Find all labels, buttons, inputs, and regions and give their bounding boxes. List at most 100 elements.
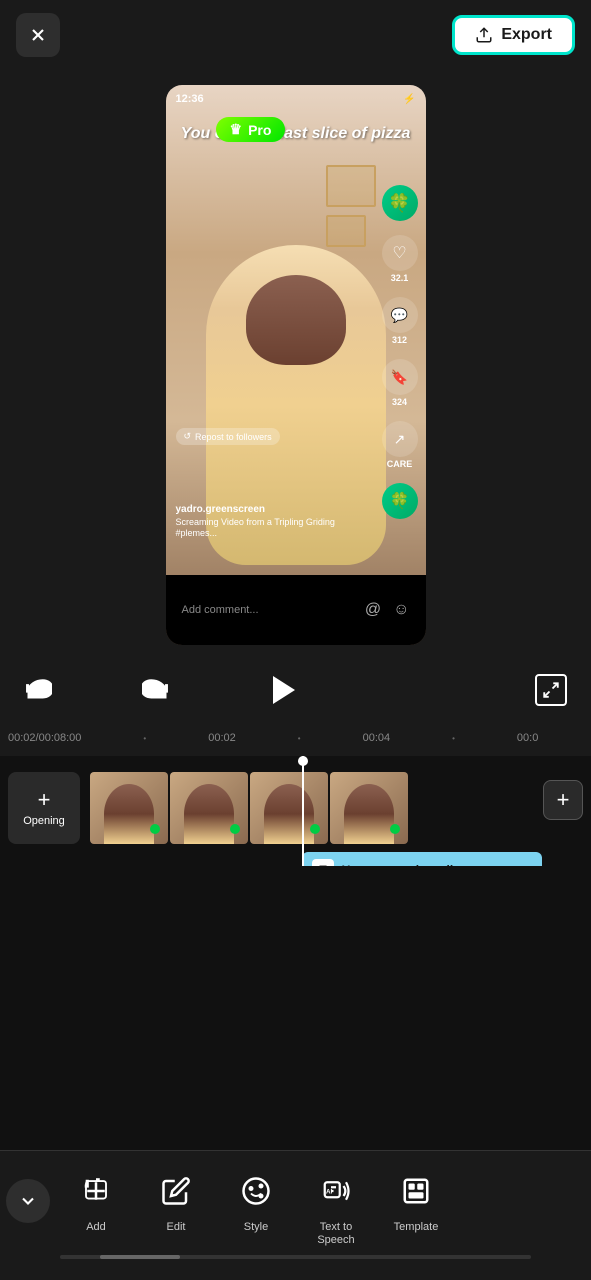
play-button[interactable] bbox=[260, 666, 308, 714]
bookmark-count: 324 bbox=[392, 397, 407, 407]
tiktok-bottom-bar: Add comment... @ ☺ bbox=[166, 575, 426, 645]
tiktok-bookmark-icon: 🔖 bbox=[382, 359, 418, 395]
tiktok-share-icon: ↗ bbox=[382, 421, 418, 457]
tiktok-comment-icon: 💬 bbox=[382, 297, 418, 333]
add-label: Add bbox=[86, 1221, 106, 1233]
video-overlay-text: You cant eat last slice of pizza bbox=[176, 125, 416, 143]
playback-controls bbox=[0, 660, 591, 720]
battery-icon: ⚡ bbox=[403, 94, 415, 105]
toolbar-scrollbar bbox=[60, 1255, 531, 1259]
style-icon-bg bbox=[232, 1167, 280, 1215]
close-button[interactable] bbox=[16, 13, 60, 57]
style-label: Style bbox=[244, 1221, 268, 1233]
header: Export bbox=[0, 0, 591, 70]
tiktok-music-clover: 🍀 bbox=[382, 483, 418, 519]
at-icon[interactable]: @ bbox=[365, 601, 381, 619]
toolbar-item-add[interactable]: Add bbox=[56, 1167, 136, 1233]
marker-3: 00:0 bbox=[517, 732, 538, 744]
play-triangle-icon bbox=[273, 676, 295, 704]
picture-frame-large bbox=[326, 165, 376, 207]
picture-frame-small bbox=[326, 215, 366, 247]
bottom-toolbar: Add Edit Style bbox=[0, 1150, 591, 1280]
video-thumb-3 bbox=[250, 772, 328, 844]
toolbar-item-template[interactable]: Template bbox=[376, 1167, 456, 1233]
thumb-person-3 bbox=[264, 784, 314, 844]
ruler-dot-1: • bbox=[143, 734, 146, 743]
repost-badge: ↺ Repost to followers bbox=[176, 428, 280, 445]
redo-button[interactable] bbox=[142, 676, 170, 704]
timeline-ruler: 00:02/00:08 :00 • 00:02 • 00:04 • 00:0 bbox=[0, 720, 591, 756]
export-label: Export bbox=[501, 26, 552, 44]
face-area bbox=[246, 275, 346, 365]
add-icon-bg bbox=[72, 1167, 120, 1215]
thumb-person-1 bbox=[104, 784, 154, 844]
emoji-icon[interactable]: ☺ bbox=[393, 601, 409, 619]
ruler-dot-3: • bbox=[452, 734, 455, 743]
tiktok-heart-icon: ♡ bbox=[382, 235, 418, 271]
toolbar-item-tts[interactable]: AI Text toSpeech bbox=[296, 1167, 376, 1247]
caption-t-icon: T bbox=[312, 859, 334, 866]
tts-icon-bg: AI bbox=[312, 1167, 360, 1215]
repost-label: Repost to followers bbox=[195, 432, 272, 442]
thumb-person-4 bbox=[344, 784, 394, 844]
template-label: Template bbox=[394, 1221, 439, 1233]
add-clip-button[interactable]: + bbox=[543, 780, 583, 820]
comment-count: 312 bbox=[392, 335, 407, 345]
tts-label: Text toSpeech bbox=[317, 1221, 354, 1247]
toolbar-items: Add Edit Style bbox=[0, 1151, 591, 1251]
share-icon-item: ↗ CARE bbox=[382, 421, 418, 469]
toolbar-scrollbar-thumb bbox=[100, 1255, 180, 1259]
repost-icon: ↺ bbox=[184, 431, 192, 442]
opening-plus-icon: + bbox=[38, 789, 51, 811]
export-button[interactable]: Export bbox=[452, 15, 575, 55]
marker-1: 00:02 bbox=[208, 732, 236, 744]
phone-status-bar: 12:36 ⚡ bbox=[166, 85, 426, 113]
bookmark-icon-item: 🔖 324 bbox=[382, 359, 418, 407]
preview-area: 12:36 ⚡ ♛ Pro You cant eat last slice of… bbox=[0, 70, 591, 660]
add-clip-icon: + bbox=[557, 787, 570, 813]
phone-frame: 12:36 ⚡ ♛ Pro You cant eat last slice of… bbox=[166, 85, 426, 645]
opening-block[interactable]: + Opening bbox=[8, 772, 80, 844]
template-icon-bg bbox=[392, 1167, 440, 1215]
caption-track[interactable]: T You cant eat last slice bbox=[302, 852, 542, 866]
tiktok-background: ♛ Pro You cant eat last slice of pizza 🍀 bbox=[166, 85, 426, 645]
comment-icon-item: 💬 312 bbox=[382, 297, 418, 345]
collapse-button[interactable] bbox=[0, 1167, 56, 1223]
ruler-dot-2: • bbox=[298, 734, 301, 743]
thumb-person-2 bbox=[184, 784, 234, 844]
heart-icon-item: ♡ 32.1 bbox=[382, 235, 418, 283]
video-strip[interactable] bbox=[90, 772, 541, 844]
status-icons: ⚡ bbox=[403, 94, 415, 105]
video-thumb-1 bbox=[90, 772, 168, 844]
edit-icon-bg bbox=[152, 1167, 200, 1215]
fullscreen-button[interactable] bbox=[535, 674, 567, 706]
status-time: 12:36 bbox=[176, 93, 204, 105]
toolbar-item-edit[interactable]: Edit bbox=[136, 1167, 216, 1233]
video-thumb-4 bbox=[330, 772, 408, 844]
pro-badge[interactable]: ♛ Pro bbox=[216, 117, 286, 142]
marker-2: 00:04 bbox=[363, 732, 391, 744]
heart-count: 32.1 bbox=[391, 273, 409, 283]
timeline-track-area: + Opening + T You cant eat last slice bbox=[0, 756, 591, 866]
share-count: CARE bbox=[387, 459, 413, 469]
username: yadro.greenscreen bbox=[176, 504, 266, 515]
caption-text: You cant eat last slice bbox=[342, 863, 467, 866]
profile-icon-item: 🍀 bbox=[382, 185, 418, 221]
time-display: 00:02/00:08 :00 bbox=[8, 732, 81, 744]
add-comment-placeholder[interactable]: Add comment... bbox=[182, 604, 357, 616]
svg-text:AI: AI bbox=[326, 1189, 333, 1196]
total-time: 00:08 bbox=[39, 732, 67, 744]
music-icon-item: 🍀 bbox=[382, 483, 418, 519]
toolbar-item-style[interactable]: Style bbox=[216, 1167, 296, 1233]
video-description: Screaming Video from a Tripling Griding … bbox=[176, 517, 376, 540]
pro-label: Pro bbox=[248, 122, 271, 138]
extra-zero: :00 bbox=[66, 732, 81, 744]
crown-icon: ♛ bbox=[230, 121, 243, 138]
video-thumb-2 bbox=[170, 772, 248, 844]
edit-label: Edit bbox=[167, 1221, 186, 1233]
undo-button[interactable] bbox=[24, 676, 52, 704]
tiktok-right-icons: 🍀 ♡ 32.1 💬 312 🔖 bbox=[382, 185, 418, 519]
playhead bbox=[302, 756, 304, 866]
tiktok-clover-icon: 🍀 bbox=[382, 185, 418, 221]
opening-label: Opening bbox=[23, 815, 65, 827]
